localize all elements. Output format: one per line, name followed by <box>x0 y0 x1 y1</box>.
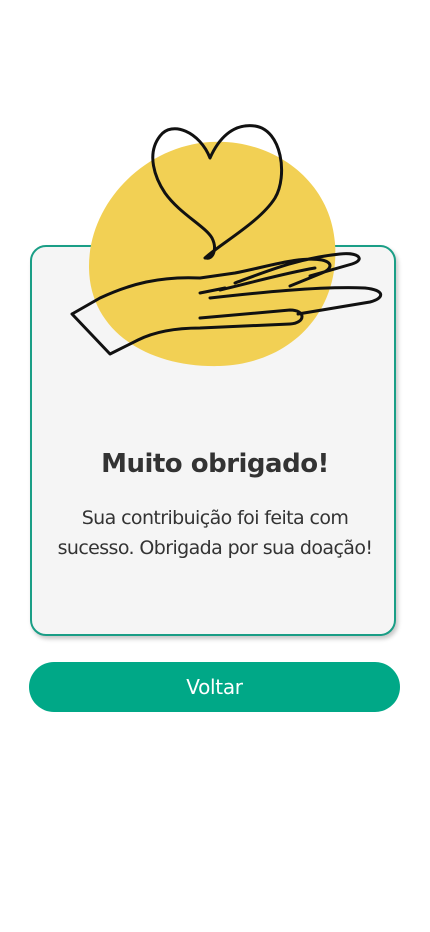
success-title: Muito obrigado! <box>101 449 329 479</box>
success-message: Sua contribuição foi feita com sucesso. … <box>57 507 373 559</box>
back-button[interactable]: Voltar <box>29 662 400 712</box>
success-screen: Muito obrigado! Sua contribuição foi fei… <box>0 0 430 932</box>
hand-holding-heart-icon <box>60 118 390 378</box>
